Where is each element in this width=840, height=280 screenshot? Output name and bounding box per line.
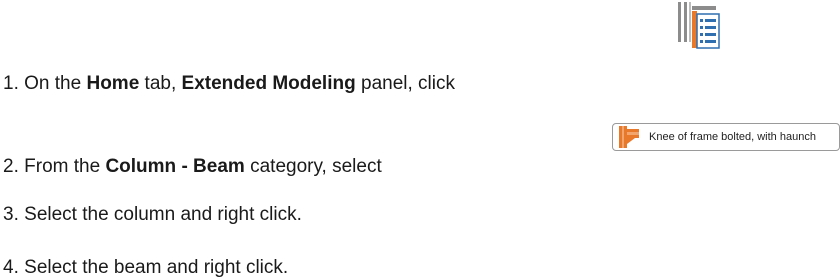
step-1-post: panel, click: [361, 73, 455, 94]
step-1-mid: tab,: [144, 73, 177, 94]
step-1: 1. On the Home tab, Extended Modeling pa…: [3, 72, 455, 96]
step-2-number: 2.: [3, 156, 19, 177]
knee-of-frame-list-item[interactable]: Knee of frame bolted, with haunch: [612, 123, 840, 151]
step-1-number: 1.: [3, 73, 19, 94]
step-3-text: Select the column and right click.: [24, 204, 302, 225]
step-2-post: category, select: [250, 156, 382, 177]
step-1-pre: On the: [24, 73, 82, 94]
extended-modeling-panel-name: Extended Modeling: [181, 73, 356, 94]
connection-list-icon[interactable]: [675, 0, 723, 60]
step-3: 3. Select the column and right click.: [3, 203, 302, 227]
step-4-number: 4.: [3, 257, 19, 278]
step-4-text: Select the beam and right click.: [24, 257, 289, 278]
step-3-number: 3.: [3, 204, 19, 225]
step-2-pre: From the: [24, 156, 101, 177]
knee-of-frame-label: Knee of frame bolted, with haunch: [649, 131, 816, 143]
knee-of-frame-icon: [619, 126, 639, 148]
step-4: 4. Select the beam and right click.: [3, 256, 288, 280]
column-beam-category-name: Column - Beam: [105, 156, 245, 177]
step-2: 2. From the Column - Beam category, sele…: [3, 155, 382, 179]
home-tab-name: Home: [86, 73, 140, 94]
